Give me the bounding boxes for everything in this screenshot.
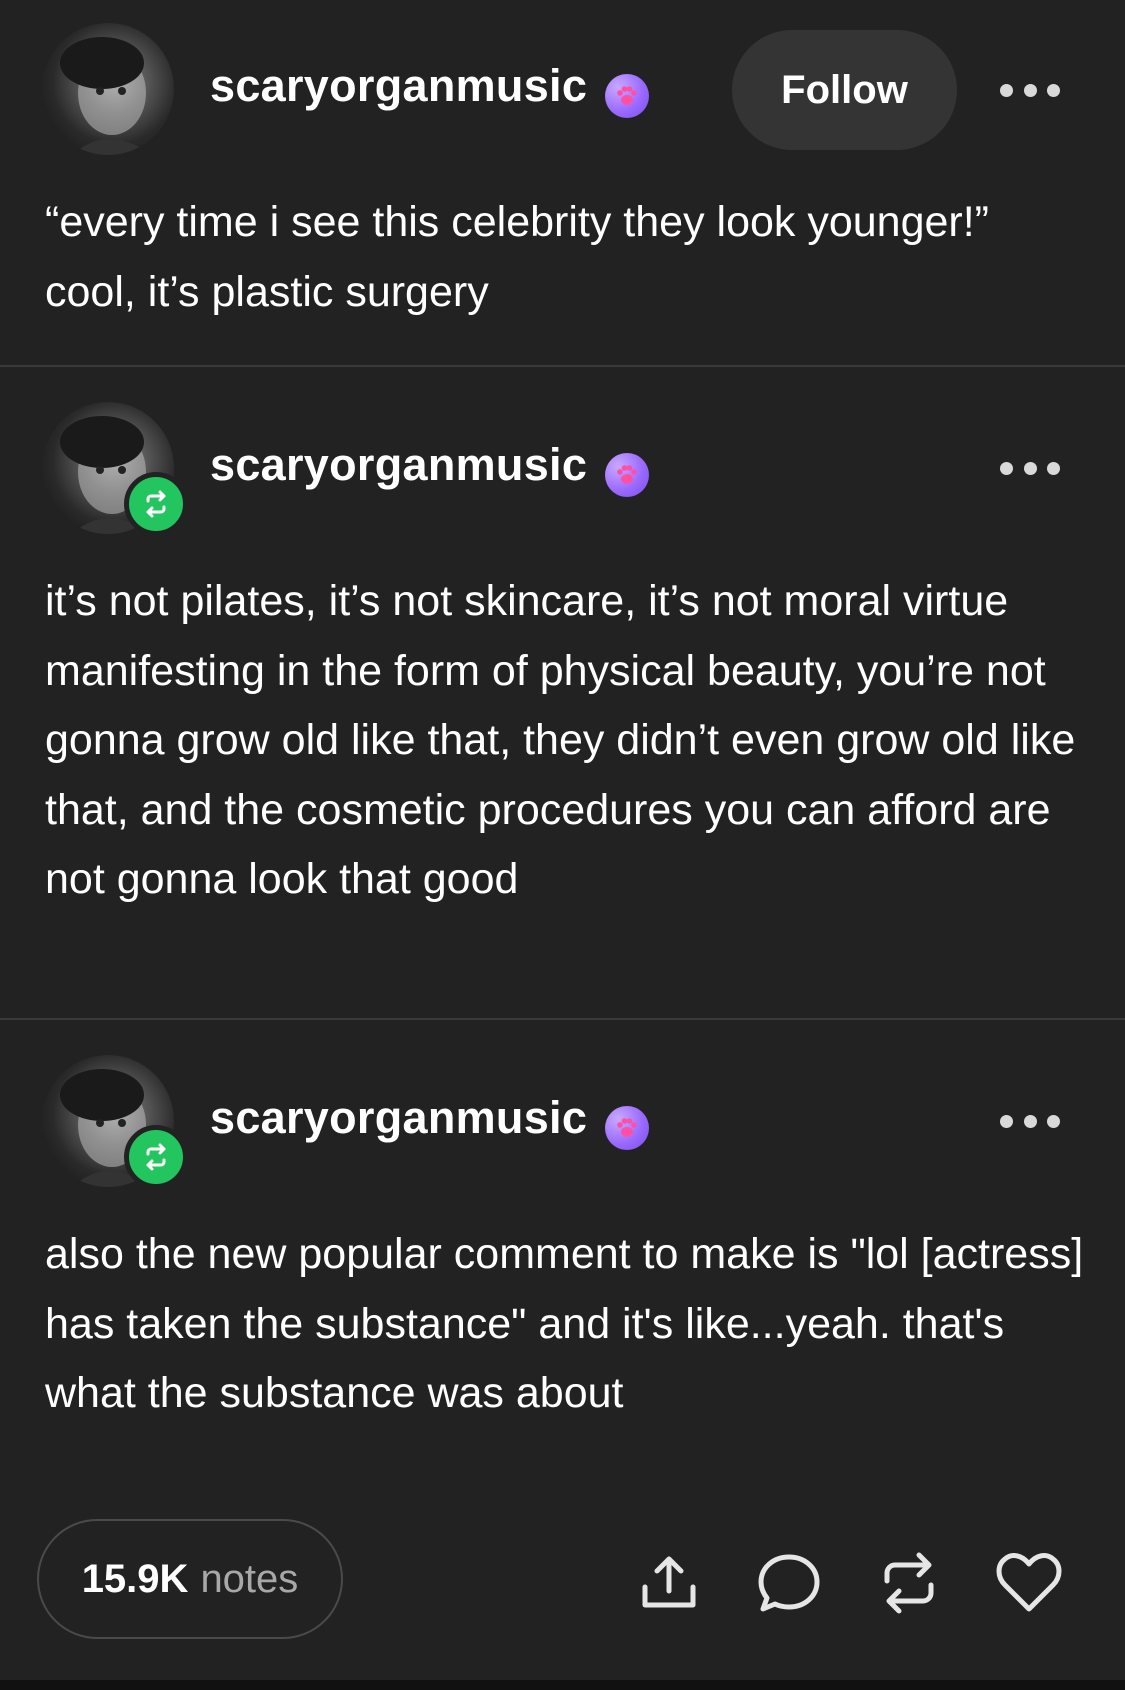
more-options-icon[interactable] <box>1000 458 1060 478</box>
reblog-icon <box>146 1143 166 1171</box>
bottom-edge <box>0 1680 1125 1690</box>
dot <box>1047 83 1060 97</box>
dot <box>1000 461 1013 475</box>
dot <box>1000 1114 1013 1128</box>
paw-glyph-icon <box>617 86 637 105</box>
notes-button[interactable]: 15.9K notes <box>37 1519 343 1639</box>
dot <box>1000 83 1013 97</box>
paw-glyph-icon <box>617 1118 637 1137</box>
reblog-icon <box>146 490 166 518</box>
avatar[interactable] <box>42 1055 188 1189</box>
heart-glyph-icon <box>996 1553 1062 1612</box>
username[interactable]: scaryorganmusic <box>210 1092 587 1144</box>
avatar-photo <box>42 23 174 155</box>
share-icon[interactable] <box>633 1547 705 1619</box>
post-header: scaryorganmusic Follow <box>0 0 1125 160</box>
tumblr-post: scaryorganmusic Follow “every time i see… <box>0 0 1125 1690</box>
more-options-icon[interactable] <box>1000 1111 1060 1131</box>
notes-label: notes <box>200 1556 299 1601</box>
post-footer: 15.9K notes <box>0 1505 1125 1645</box>
username[interactable]: scaryorganmusic <box>210 60 587 112</box>
share-glyph-icon <box>642 1556 696 1608</box>
post-text: it’s not pilates, it’s not skincare, it’… <box>45 577 1076 903</box>
dot <box>1023 1114 1037 1128</box>
avatar[interactable] <box>42 402 188 536</box>
reblog-badge <box>124 1125 188 1189</box>
post-header: scaryorganmusic <box>0 1020 1125 1189</box>
reblog-post-1: scaryorganmusic it’s not pilates, it’s n… <box>0 367 1125 1020</box>
dot <box>1023 461 1037 475</box>
username[interactable]: scaryorganmusic <box>210 439 587 491</box>
paw-icon[interactable] <box>605 453 649 497</box>
paw-icon[interactable] <box>605 74 649 118</box>
paw-icon[interactable] <box>605 1106 649 1150</box>
paw-glyph-icon <box>617 465 637 484</box>
dot <box>1047 461 1060 475</box>
post-header: scaryorganmusic <box>0 367 1125 536</box>
dot <box>1047 1114 1060 1128</box>
avatar[interactable] <box>42 23 174 155</box>
comment-glyph-icon <box>758 1554 820 1612</box>
post-text: “every time i see this celebrity they lo… <box>45 198 990 316</box>
reblog-icon[interactable] <box>873 1547 945 1619</box>
comment-icon[interactable] <box>753 1547 825 1619</box>
dot <box>1023 83 1037 97</box>
post-text: also the new popular comment to make is … <box>45 1230 1084 1417</box>
reblog-glyph-icon <box>884 1552 934 1614</box>
follow-button[interactable]: Follow <box>732 30 957 150</box>
heart-icon[interactable] <box>993 1547 1065 1619</box>
avatar-image-icon <box>60 37 152 155</box>
reblog-badge <box>124 472 188 536</box>
notes-count: 15.9K <box>81 1556 189 1601</box>
more-options-icon[interactable] <box>1000 80 1060 100</box>
original-post: scaryorganmusic Follow “every time i see… <box>0 0 1125 367</box>
